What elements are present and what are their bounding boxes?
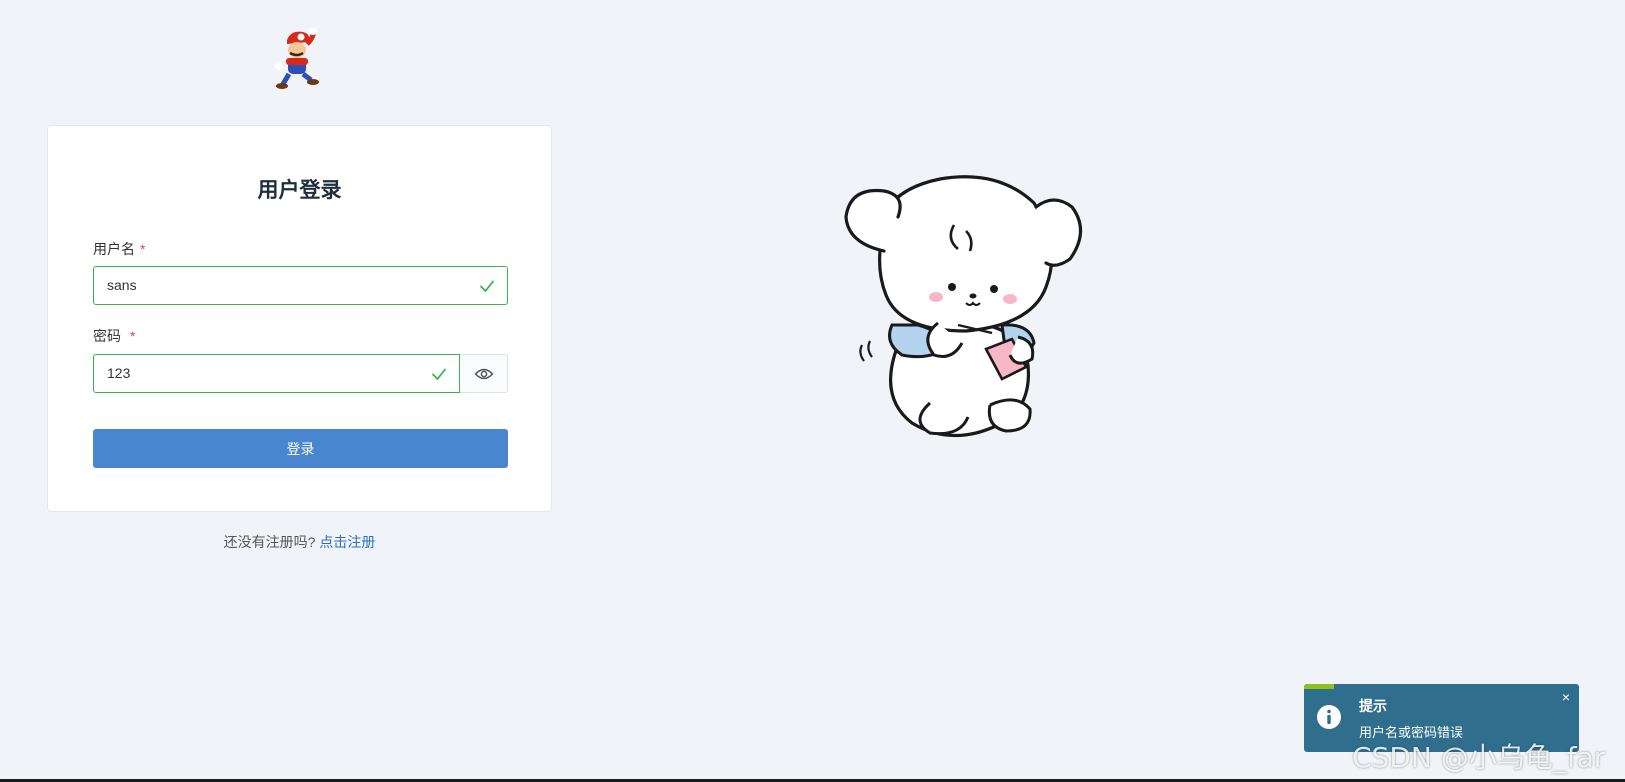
- mario-logo: [273, 27, 323, 90]
- register-link[interactable]: 点击注册: [319, 534, 375, 550]
- puppy-illustration: [840, 165, 1100, 445]
- toast-progress-bar: [1304, 684, 1334, 689]
- required-marker: *: [130, 328, 136, 344]
- login-button[interactable]: 登录: [93, 429, 508, 468]
- close-icon[interactable]: ×: [1562, 690, 1570, 704]
- username-label-text: 用户名: [93, 241, 135, 257]
- password-field[interactable]: 123: [93, 354, 460, 393]
- login-card: 用户登录 用户名 * sans 密码 * 123 登录: [47, 125, 552, 512]
- register-prompt: 还没有注册吗? 点击注册: [47, 532, 552, 552]
- password-label-text: 密码: [93, 328, 121, 344]
- check-icon: [432, 368, 446, 380]
- watermark: CSDN @小乌龟_far: [1352, 741, 1606, 774]
- info-icon: [1317, 705, 1341, 729]
- password-value[interactable]: 123: [107, 365, 130, 381]
- page-title: 用户登录: [257, 179, 342, 202]
- eye-icon: [474, 368, 494, 380]
- password-label: 密码 *: [93, 326, 135, 346]
- show-password-button[interactable]: [460, 354, 508, 393]
- notification-title: 提示: [1359, 698, 1387, 714]
- required-marker: *: [140, 241, 146, 257]
- username-label: 用户名 *: [93, 239, 145, 259]
- register-prompt-text: 还没有注册吗?: [223, 534, 316, 550]
- check-icon: [480, 280, 494, 292]
- username-value[interactable]: sans: [107, 277, 137, 293]
- username-field[interactable]: sans: [93, 266, 508, 305]
